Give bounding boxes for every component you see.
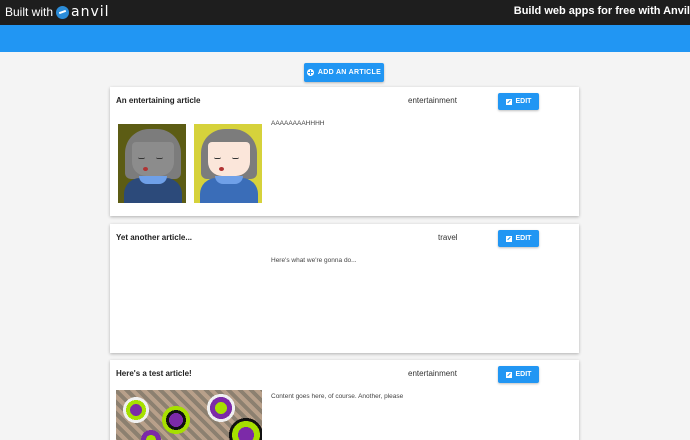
edit-article-button[interactable]: EDIT xyxy=(498,230,539,247)
article-category: travel xyxy=(438,233,458,242)
article-card: An entertaining article entertainment ED… xyxy=(110,87,579,216)
article-image xyxy=(116,390,262,440)
built-with-label: Built with xyxy=(5,5,54,19)
anvil-logo: anvil xyxy=(56,4,110,20)
article-content: Content goes here, of course. Another, p… xyxy=(271,393,404,400)
edit-icon xyxy=(505,235,512,242)
edit-icon xyxy=(505,371,512,378)
edit-label: EDIT xyxy=(515,235,532,242)
article-content: Here's what we're gonna do... xyxy=(271,257,357,264)
article-image xyxy=(194,124,262,203)
article-title: Yet another article... xyxy=(116,233,193,242)
edit-icon xyxy=(505,98,512,105)
anvil-banner: Built with anvil Build web apps for free… xyxy=(0,0,690,25)
app-header xyxy=(0,25,690,52)
add-article-button[interactable]: ADD AN ARTICLE xyxy=(304,63,384,82)
edit-label: EDIT xyxy=(515,98,532,105)
article-card: Here's a test article! entertainment EDI… xyxy=(110,360,579,440)
edit-label: EDIT xyxy=(515,371,532,378)
article-category: entertainment xyxy=(408,369,457,378)
plus-circle-icon xyxy=(306,69,314,76)
article-category: entertainment xyxy=(408,96,457,105)
anvil-logo-icon xyxy=(56,5,70,19)
anvil-logo-word: anvil xyxy=(71,4,110,20)
built-with-anvil-link[interactable]: Built with anvil xyxy=(5,4,110,20)
article-title: An entertaining article xyxy=(116,96,201,105)
article-image xyxy=(118,124,186,203)
article-content: AAAAAAAAHHHH xyxy=(271,120,325,127)
add-article-label: ADD AN ARTICLE xyxy=(317,69,382,76)
article-title: Here's a test article! xyxy=(116,369,192,378)
edit-article-button[interactable]: EDIT xyxy=(498,366,539,383)
article-card: Yet another article... travel EDIT Here'… xyxy=(110,224,579,353)
edit-article-button[interactable]: EDIT xyxy=(498,93,539,110)
banner-tagline-link[interactable]: Build web apps for free with Anvil xyxy=(514,5,690,17)
